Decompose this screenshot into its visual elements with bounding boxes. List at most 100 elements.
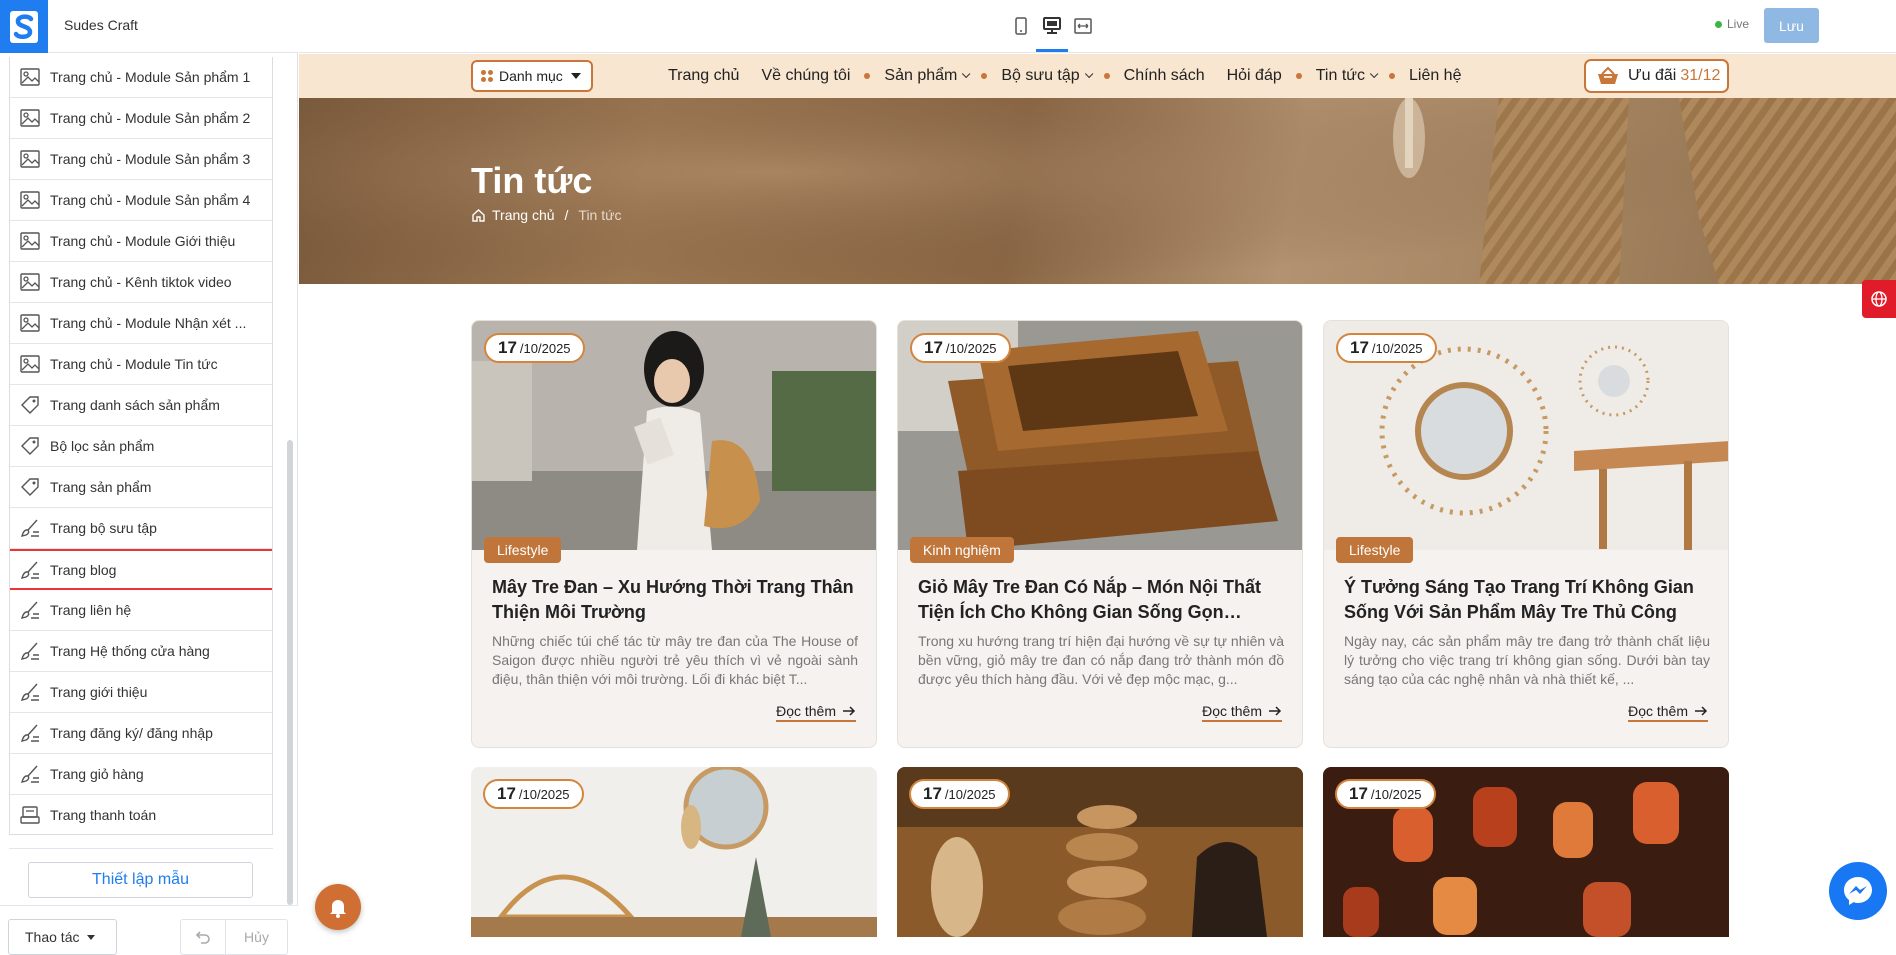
sidebar-item[interactable]: Trang chủ - Module Sản phẩm 4 — [10, 180, 272, 221]
arrow-right-icon — [843, 706, 856, 716]
bell-icon — [330, 900, 346, 918]
sidebar-item[interactable]: Trang giỏ hàng — [10, 754, 272, 795]
post-date-badge: 17/10/2025 — [909, 779, 1010, 809]
app-logo[interactable] — [0, 0, 48, 53]
post-excerpt: Trong xu hướng trang trí hiện đại hướng … — [918, 633, 1284, 687]
sidebar-item-label: Trang chủ - Module Giới thiệu — [50, 233, 236, 249]
menu-item[interactable]: Về chúng tôi — [761, 67, 850, 85]
brush-icon — [19, 763, 41, 785]
gift-basket-icon — [1598, 66, 1618, 84]
sidebar-item-label: Trang chủ - Module Nhận xét ... — [50, 315, 247, 331]
notification-bell-button[interactable] — [315, 884, 361, 930]
undo-button[interactable] — [180, 919, 226, 955]
sidebar-item-label: Trang chủ - Module Sản phẩm 1 — [50, 69, 251, 85]
blog-card[interactable]: 17/10/2025 Lifestyle Mây Tre Đan – Xu Hư… — [471, 320, 877, 748]
image-layout-icon — [19, 66, 41, 88]
sidebar-item[interactable]: Trang chủ - Kênh tiktok video — [10, 262, 272, 303]
blog-card[interactable]: 17/10/2025 — [471, 767, 877, 937]
sidebar-item[interactable]: Trang chủ - Module Sản phẩm 3 — [10, 139, 272, 180]
image-layout-icon — [19, 271, 41, 293]
sidebar-item[interactable]: Trang chủ - Module Tin tức — [10, 344, 272, 385]
logo-s-icon — [10, 10, 38, 43]
post-excerpt: Ngày nay, các sản phẩm mây tre đang trở … — [1344, 633, 1710, 687]
live-status: Live — [1715, 17, 1749, 31]
menu-item[interactable]: Chính sách — [1124, 67, 1205, 85]
sidebar-item[interactable]: Bộ lọc sản phẩm — [10, 426, 272, 467]
sidebar-item[interactable]: Trang chủ - Module Sản phẩm 2 — [10, 98, 272, 139]
sidebar-item[interactable]: Trang chủ - Module Nhận xét ... — [10, 303, 272, 344]
sidebar-item[interactable]: Trang chủ - Module Giới thiệu — [10, 221, 272, 262]
mobile-icon[interactable] — [1011, 15, 1031, 37]
category-label: Danh mục — [499, 68, 563, 84]
menu-item[interactable]: Tin tức — [1316, 67, 1379, 85]
menu-item-label: Trang chủ — [668, 67, 740, 84]
post-day: 17 — [1350, 338, 1369, 357]
live-dot-icon — [1715, 20, 1722, 28]
sidebar-item[interactable]: Trang thanh toán — [10, 795, 272, 834]
menu-item[interactable]: Bộ sưu tập — [1001, 67, 1094, 85]
deal-button[interactable]: Ưu đãi 31/12 — [1584, 59, 1729, 93]
post-title[interactable]: Giỏ Mây Tre Đan Có Nắp – Món Nội Thất Ti… — [918, 575, 1284, 625]
post-date-badge: 17/10/2025 — [1336, 333, 1437, 363]
sidebar-item-label: Trang chủ - Kênh tiktok video — [50, 274, 232, 290]
menu-item[interactable]: Trang chủ — [668, 67, 739, 85]
read-more-label: Đọc thêm — [1202, 703, 1262, 719]
blog-card[interactable]: 17/10/2025 Kinh nghiệm Giỏ Mây Tre Đan C… — [897, 320, 1303, 748]
sidebar-item[interactable]: Trang sản phẩm — [10, 467, 272, 508]
post-day: 17 — [924, 338, 943, 357]
image-layout-icon — [19, 230, 41, 252]
post-category-tag[interactable]: Kinh nghiệm — [910, 537, 1014, 563]
sidebar-item[interactable]: Trang blog — [10, 549, 272, 590]
caret-down-icon — [570, 73, 581, 79]
menu-item[interactable]: Hỏi đáp — [1227, 67, 1282, 85]
sidebar-item-label: Trang danh sách sản phẩm — [50, 397, 220, 413]
blog-card[interactable]: 17/10/2025 Lifestyle Ý Tưởng Sáng Tạo Tr… — [1323, 320, 1729, 748]
sidebar-item-label: Trang Hệ thống cửa hàng — [50, 643, 210, 659]
sidebar-item[interactable]: Trang danh sách sản phẩm — [10, 385, 272, 426]
language-switch-button[interactable] — [1862, 280, 1896, 318]
tag-icon — [19, 435, 41, 457]
save-button[interactable]: Lưu — [1764, 8, 1819, 43]
breadcrumb-home-link[interactable]: Trang chủ — [492, 207, 555, 223]
sidebar-item[interactable]: Trang giới thiệu — [10, 672, 272, 713]
blog-card[interactable]: 17/10/2025 — [897, 767, 1303, 937]
menu-item-label: Chính sách — [1123, 67, 1205, 84]
breadcrumb-separator: / — [564, 207, 569, 223]
post-title[interactable]: Mây Tre Đan – Xu Hướng Thời Trang Thân T… — [492, 575, 858, 625]
post-month-year: /10/2025 — [519, 340, 571, 356]
post-title[interactable]: Ý Tưởng Sáng Tạo Trang Trí Không Gian Số… — [1344, 575, 1710, 625]
sidebar-item[interactable]: Trang bộ sưu tập — [10, 508, 272, 549]
post-category-tag[interactable]: Lifestyle — [484, 537, 562, 563]
sidebar-item[interactable]: Trang liên hệ — [10, 590, 272, 631]
menu-item[interactable]: Liên hệ — [1409, 67, 1462, 85]
undo-icon — [195, 931, 210, 944]
post-category-tag[interactable]: Lifestyle — [1336, 537, 1414, 563]
read-more-link[interactable]: Đọc thêm — [1628, 703, 1708, 722]
blog-card[interactable]: 17/10/2025 — [1323, 767, 1729, 937]
brush-icon — [19, 599, 41, 621]
sidebar-item[interactable]: Trang Hệ thống cửa hàng — [10, 631, 272, 672]
sidebar-item-label: Trang giới thiệu — [50, 684, 148, 700]
template-settings-button[interactable]: Thiết lập mẫu — [28, 862, 253, 898]
read-more-link[interactable]: Đọc thêm — [1202, 703, 1282, 722]
sidebar-item[interactable]: Trang đăng ký/ đăng nhập — [10, 713, 272, 754]
caret-down-icon — [87, 934, 96, 940]
breadcrumb: Trang chủ / Tin tức — [471, 207, 622, 223]
post-date-badge: 17/10/2025 — [910, 333, 1011, 363]
category-menu-button[interactable]: Danh mục — [471, 60, 593, 92]
menu-item-label: Bộ sưu tập — [1001, 67, 1080, 84]
fullwidth-icon[interactable] — [1073, 15, 1093, 37]
messenger-chat-button[interactable] — [1829, 862, 1887, 920]
sidebar-header: Sudes Craft — [0, 0, 298, 53]
sidebar-scrollbar[interactable] — [287, 440, 293, 905]
sidebar-item-label: Bộ lọc sản phẩm — [50, 438, 155, 454]
cancel-button[interactable]: Hủy — [226, 919, 288, 955]
sidebar-item[interactable]: Trang chủ - Module Sản phẩm 1 — [10, 57, 272, 98]
menu-separator-dot — [1213, 73, 1219, 79]
actions-dropdown[interactable]: Thao tác — [8, 919, 117, 955]
menu-item-label: Liên hệ — [1408, 67, 1462, 84]
desktop-icon[interactable] — [1042, 15, 1062, 37]
chevron-down-icon — [1084, 69, 1094, 79]
read-more-link[interactable]: Đọc thêm — [776, 703, 856, 722]
menu-item[interactable]: Sản phẩm — [884, 67, 971, 85]
